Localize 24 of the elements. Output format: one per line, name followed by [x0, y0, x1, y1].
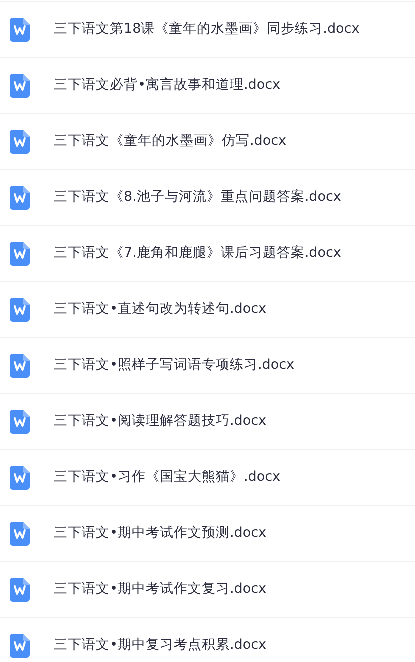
document-icon — [10, 522, 30, 546]
file-name[interactable]: 三下语文•直述句改为转述句.docx — [54, 299, 266, 320]
file-name[interactable]: 三下语文•期中复习考点积累.docx — [54, 635, 266, 656]
document-icon — [10, 634, 30, 658]
document-icon — [10, 410, 30, 434]
document-icon — [10, 74, 30, 98]
file-name[interactable]: 三下语文•习作《国宝大熊猫》.docx — [54, 467, 280, 488]
document-icon — [10, 186, 30, 210]
file-name[interactable]: 三下语文第18课《童年的水墨画》同步练习.docx — [54, 19, 360, 40]
document-icon — [10, 18, 30, 42]
file-name[interactable]: 三下语文•照样子写词语专项练习.docx — [54, 355, 294, 376]
file-name[interactable]: 三下语文必背•寓言故事和道理.docx — [54, 75, 280, 96]
file-name[interactable]: 三下语文《7.鹿角和鹿腿》课后习题答案.docx — [54, 243, 342, 264]
file-name[interactable]: 三下语文《8.池子与河流》重点问题答案.docx — [54, 187, 342, 208]
file-name[interactable]: 三下语文•期中考试作文预测.docx — [54, 523, 266, 544]
document-icon — [10, 242, 30, 266]
file-name[interactable]: 三下语文•阅读理解答题技巧.docx — [54, 411, 266, 432]
document-icon — [10, 298, 30, 322]
document-icon — [10, 130, 30, 154]
document-icon — [10, 354, 30, 378]
document-icon — [10, 466, 30, 490]
document-icon — [10, 578, 30, 602]
file-name[interactable]: 三下语文•期中考试作文复习.docx — [54, 579, 266, 600]
file-name[interactable]: 三下语文《童年的水墨画》仿写.docx — [54, 131, 287, 152]
